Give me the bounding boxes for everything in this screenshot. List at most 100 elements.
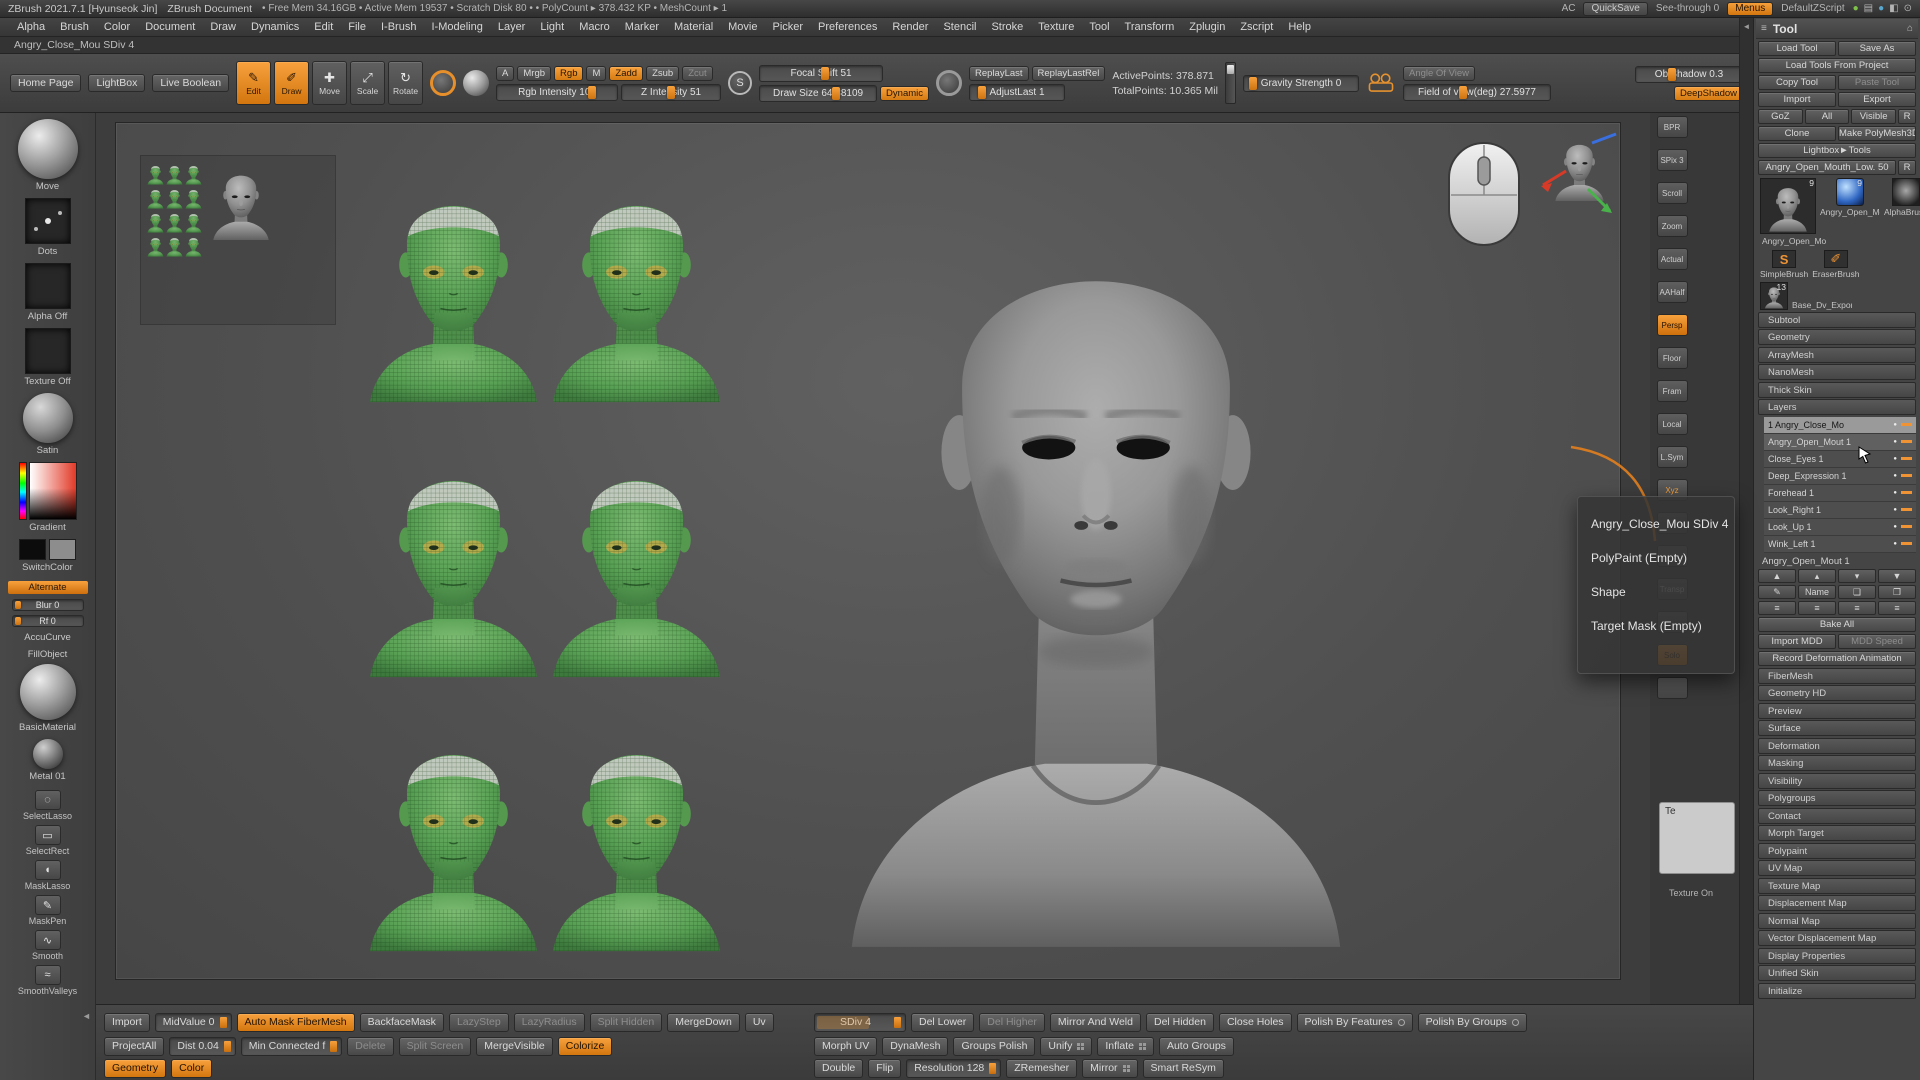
zbrush-document[interactable] [116, 123, 1620, 979]
tool-section[interactable]: NanoMesh [1758, 364, 1916, 380]
wireframe-head[interactable] [547, 149, 726, 420]
alpha-preview[interactable] [25, 263, 71, 309]
bottom-button[interactable]: BackfaceMask [360, 1013, 444, 1032]
mode-button[interactable]: ⤢ Scale [350, 61, 385, 105]
right-shelf-button[interactable]: Floor [1657, 347, 1688, 369]
home-page-button[interactable]: Home Page [10, 74, 81, 92]
copy-tool-button[interactable]: Copy Tool [1758, 75, 1836, 90]
layer-intensity-handle[interactable] [1901, 542, 1912, 545]
menu-item[interactable]: Stencil [936, 20, 983, 34]
layer-row[interactable]: Look_Up 1 ● [1764, 519, 1916, 536]
menu-item[interactable]: Draw [203, 20, 243, 34]
wireframe-head[interactable] [364, 149, 543, 420]
title-tray-icon[interactable]: ● [1853, 2, 1859, 16]
right-shelf-button[interactable]: Persp [1657, 314, 1688, 336]
expression-thumb[interactable] [147, 162, 164, 185]
expression-thumb[interactable] [185, 210, 202, 233]
accucurve-button[interactable]: AccuCurve [24, 632, 70, 643]
goz-button[interactable]: GoZ [1758, 109, 1803, 124]
adjust-last-handle[interactable] [978, 86, 986, 99]
bottom-button[interactable]: MergeDown [667, 1013, 740, 1032]
menu-item[interactable]: Help [1281, 20, 1318, 34]
sculpt-head-model[interactable] [840, 157, 1352, 949]
menu-item[interactable]: Movie [721, 20, 764, 34]
replay-last-button[interactable]: ReplayLast [969, 66, 1029, 81]
bottom-button[interactable]: DynaMesh [882, 1037, 948, 1056]
menu-item[interactable]: Color [97, 20, 137, 34]
menu-item[interactable]: Material [667, 20, 720, 34]
palette-tool-icon[interactable]: ◌ [35, 790, 61, 810]
angle-of-view-button[interactable]: Angle Of View [1403, 66, 1475, 81]
layer-misc-button[interactable]: ≡ [1878, 601, 1916, 615]
blur-slider[interactable]: Blur 0 [12, 599, 84, 611]
menu-item[interactable]: Marker [618, 20, 666, 34]
bottom-button[interactable]: Import [104, 1013, 150, 1032]
layer-row[interactable]: 1 Angry_Close_Mo ● [1764, 417, 1916, 434]
bottom-button[interactable]: Colorize [558, 1037, 613, 1056]
secondary-color-swatch[interactable] [49, 539, 76, 560]
draw-size-handle[interactable] [832, 87, 840, 100]
expression-thumb[interactable] [185, 234, 202, 257]
layer-eye-icon[interactable]: ● [1893, 524, 1897, 530]
save-as-button[interactable]: Save As [1838, 41, 1916, 56]
z-intensity-handle[interactable] [667, 86, 675, 99]
menu-item[interactable]: Preferences [811, 20, 884, 34]
layer-intensity-handle[interactable] [1901, 491, 1912, 494]
paint-mode-button[interactable]: Rgb [554, 66, 583, 81]
see-through-slider[interactable]: See-through 0 [1656, 3, 1719, 14]
obj-shadow-slider[interactable]: ObjShadow 0.3 [1635, 66, 1743, 83]
bottom-button[interactable]: Flip [868, 1059, 901, 1078]
texture-flyout-panel[interactable]: Te [1659, 802, 1735, 874]
layer-move-button[interactable]: ▾ [1838, 569, 1876, 583]
tool-section[interactable]: Displacement Map [1758, 895, 1916, 911]
paint-mode-button[interactable]: Zadd [609, 66, 643, 81]
fov-handle[interactable] [1459, 86, 1467, 99]
bottom-button[interactable]: Double [814, 1059, 863, 1078]
bottom-button[interactable]: Morph UV [814, 1037, 877, 1056]
right-shelf-button[interactable]: SPix 3 [1657, 149, 1688, 171]
sphere-tool-thumbnail[interactable]: 9 [1836, 178, 1864, 206]
right-shelf-button[interactable]: Local [1657, 413, 1688, 435]
tool-section[interactable]: Visibility [1758, 773, 1916, 789]
expression-thumb[interactable] [166, 210, 183, 233]
paint-mode-button[interactable]: M [586, 66, 606, 81]
paint-mode-button[interactable]: Mrgb [517, 66, 551, 81]
tool-section[interactable]: Morph Target [1758, 825, 1916, 841]
panel-divider[interactable]: ◄ [1739, 18, 1753, 1080]
bottom-button[interactable]: Del Higher [979, 1013, 1045, 1032]
expression-thumb[interactable] [166, 186, 183, 209]
menu-item[interactable]: Transform [1118, 20, 1182, 34]
menu-item[interactable]: Document [138, 20, 202, 34]
title-tray-icon[interactable]: ◧ [1889, 2, 1898, 16]
menu-item[interactable]: Brush [53, 20, 96, 34]
menu-item[interactable]: Zplugin [1182, 20, 1232, 34]
title-tray-icon[interactable]: ▤ [1864, 2, 1873, 16]
layer-misc-button[interactable]: ≡ [1798, 601, 1836, 615]
palette-tool-icon[interactable]: ▭ [35, 825, 61, 845]
right-shelf-button[interactable]: Fram [1657, 380, 1688, 402]
layer-row[interactable]: Look_Right 1 ● [1764, 502, 1916, 519]
menu-item[interactable]: Layer [491, 20, 533, 34]
clone-button[interactable]: Clone [1758, 126, 1836, 141]
layer-row[interactable]: Wink_Left 1 ● [1764, 536, 1916, 553]
saturation-square[interactable] [29, 462, 77, 520]
layers-section-header[interactable]: Layers [1758, 399, 1916, 415]
simple-brush-icon[interactable]: S [1772, 250, 1796, 268]
layer-edit-button[interactable]: ❏ [1838, 585, 1876, 599]
tool-section[interactable]: Polygroups [1758, 790, 1916, 806]
layer-move-button[interactable]: ▼ [1878, 569, 1916, 583]
bottom-button[interactable]: Mirror And Weld [1050, 1013, 1141, 1032]
expression-thumb[interactable] [166, 234, 183, 257]
expression-thumb[interactable] [185, 186, 202, 209]
layer-edit-button[interactable]: ✎ [1758, 585, 1796, 599]
import-button[interactable]: Import [1758, 92, 1836, 107]
layer-eye-icon[interactable]: ● [1893, 439, 1897, 445]
layer-eye-icon[interactable]: ● [1893, 422, 1897, 428]
bottom-button[interactable]: Min Connected f [241, 1037, 342, 1056]
bottom-button[interactable]: Del Hidden [1146, 1013, 1214, 1032]
rgb-intensity-handle[interactable] [588, 86, 596, 99]
texture-preview[interactable] [25, 328, 71, 374]
rf-slider[interactable]: Rf 0 [12, 615, 84, 627]
draw-size-slider[interactable]: Draw Size 64.88109 [759, 85, 877, 102]
tool-section[interactable]: Preview [1758, 703, 1916, 719]
